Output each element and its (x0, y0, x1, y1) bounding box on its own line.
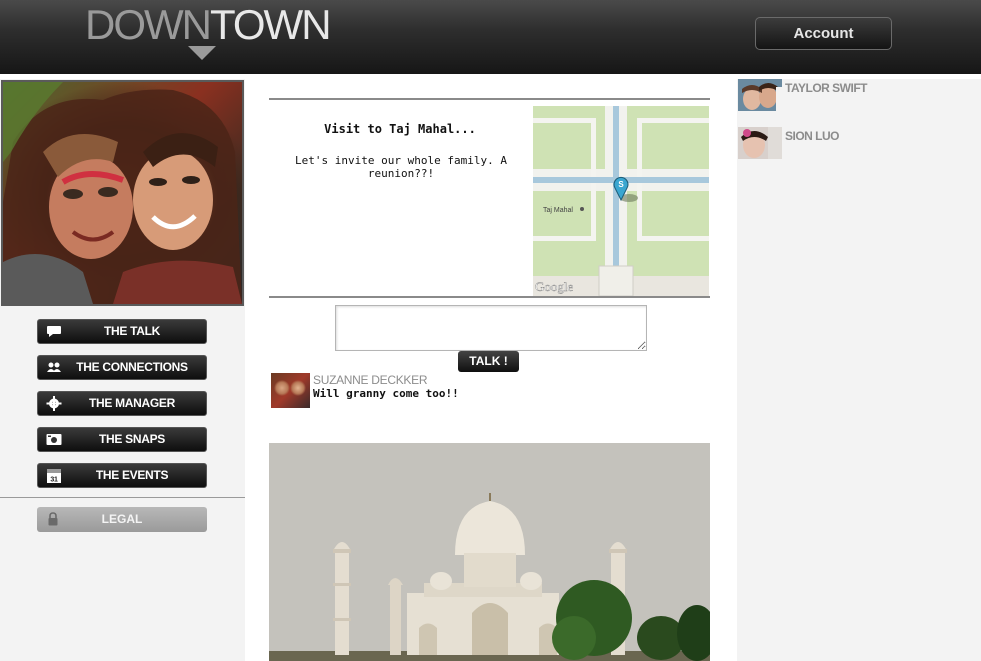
friend-name[interactable]: SION LUO (785, 129, 840, 143)
talk-submit-button[interactable]: TALK ! (458, 351, 519, 372)
nav-label: THE MANAGER (88, 396, 176, 410)
top-header: DOWNTOWN Account (0, 0, 981, 74)
profile-photo[interactable] (1, 80, 244, 306)
people-icon (47, 362, 61, 372)
friend-avatar[interactable] (738, 79, 782, 111)
post-photo[interactable] (269, 443, 710, 661)
friend-name[interactable]: TAYLOR SWIFT (785, 81, 868, 95)
nav-the-manager[interactable]: THE MANAGER (37, 391, 207, 416)
calendar-day: 31 (50, 477, 58, 484)
map-marker-label: S (618, 180, 624, 189)
legal-button[interactable]: LEGAL (37, 507, 207, 532)
downtown-logo[interactable]: DOWNTOWN (85, 1, 332, 60)
friend-avatar[interactable] (738, 127, 782, 159)
map-place-label: Taj Mahal (543, 207, 573, 214)
post-title: Visit to Taj Mahal... (324, 122, 476, 136)
comment-author[interactable]: SUZANNE DECKKER (313, 373, 428, 387)
nav-the-events[interactable]: 31 THE EVENTS (37, 463, 207, 488)
post-bottom-divider (269, 296, 710, 298)
logo-arrow-icon (188, 46, 216, 60)
nav-label: THE CONNECTIONS (76, 360, 188, 374)
sidebar-divider (0, 497, 245, 498)
nav-label: THE SNAPS (99, 432, 165, 446)
calendar-icon: 31 (47, 469, 61, 484)
logo-text-town: TOWN (209, 1, 332, 48)
talk-input[interactable] (335, 305, 647, 351)
lock-icon (48, 512, 58, 526)
gear-icon (46, 396, 62, 411)
account-button[interactable]: Account (755, 17, 892, 50)
location-map[interactable]: Taj Mahal S Google (533, 106, 709, 296)
logo-text-down: DOWN (85, 1, 212, 48)
legal-label: LEGAL (101, 512, 143, 526)
nav-the-snaps[interactable]: THE SNAPS (37, 427, 207, 452)
comment-avatar[interactable] (271, 373, 310, 408)
nav-the-connections[interactable]: THE CONNECTIONS (37, 355, 207, 380)
left-sidebar: THE TALK THE CONNECTIONS THE MANAGER THE… (0, 79, 245, 661)
nav-label: THE TALK (103, 324, 161, 338)
post-text: Let's invite our whole family. A reunion… (295, 154, 507, 180)
comment-text: Will granny come too!! (313, 387, 459, 400)
nav-the-talk[interactable]: THE TALK (37, 319, 207, 344)
map-attribution: Google (535, 279, 574, 294)
speech-bubble-icon (47, 326, 61, 337)
right-sidebar: TAYLOR SWIFT SION LUO (737, 79, 981, 661)
camera-icon (46, 434, 62, 445)
nav-label: THE EVENTS (95, 468, 169, 482)
